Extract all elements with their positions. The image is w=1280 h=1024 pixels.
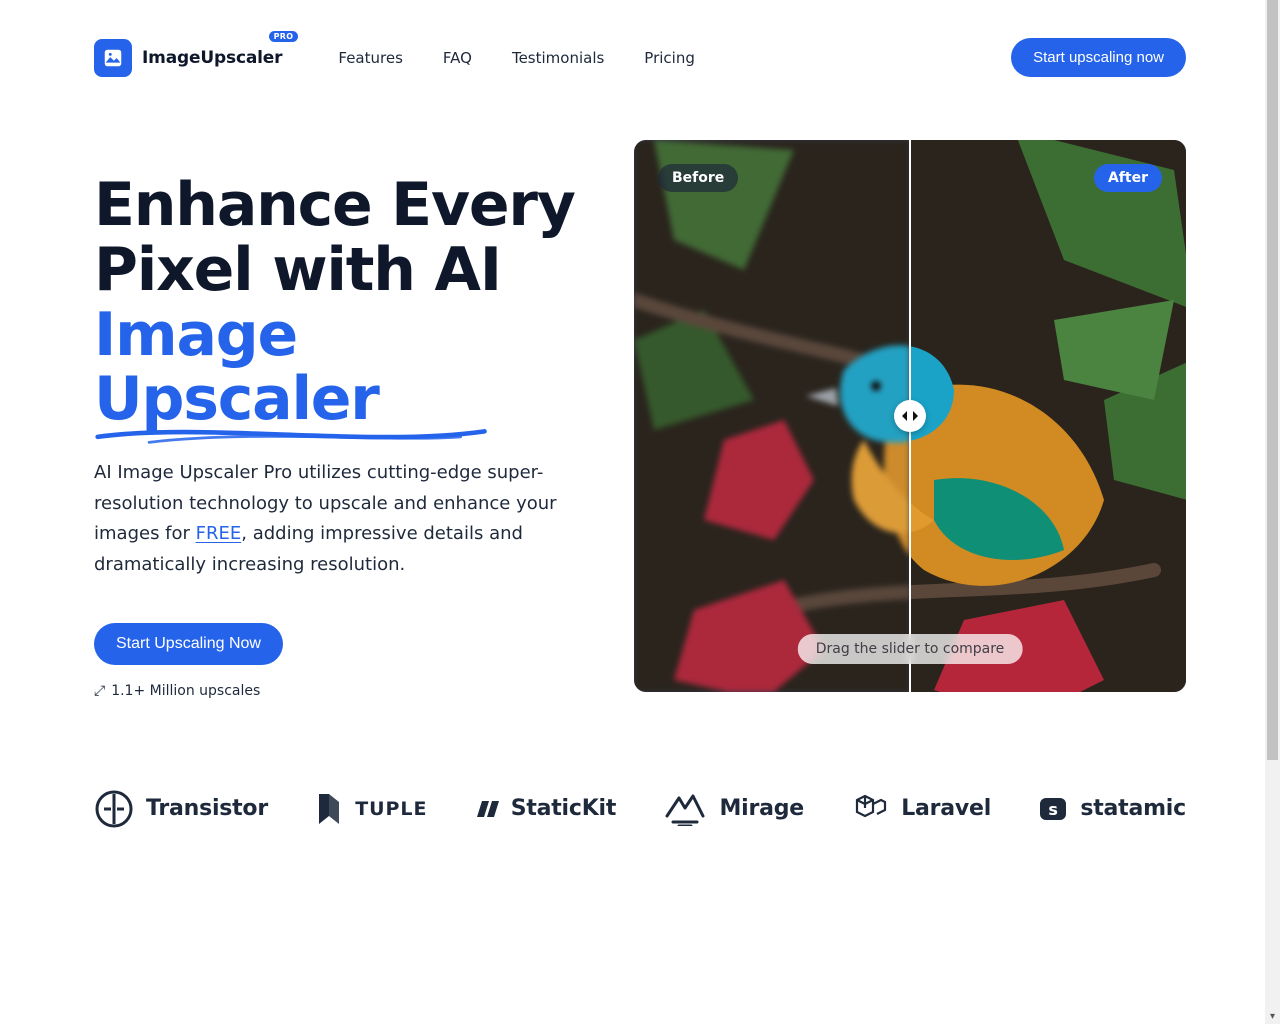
before-pane bbox=[634, 140, 910, 692]
tuple-icon bbox=[315, 792, 343, 826]
brand-name: ImageUpscaler bbox=[142, 48, 282, 68]
logo-statamic-text: statamic bbox=[1080, 796, 1186, 821]
window-scrollbar[interactable]: ▾ bbox=[1265, 0, 1280, 1024]
nav-faq[interactable]: FAQ bbox=[443, 49, 472, 67]
logo-statickit: StaticKit bbox=[475, 796, 616, 821]
laravel-icon bbox=[851, 790, 889, 828]
logo-tuple-text: TUPLE bbox=[355, 798, 427, 820]
mirage-icon bbox=[663, 792, 707, 826]
logo-tuple: TUPLE bbox=[315, 792, 427, 826]
hero: Enhance Every Pixel with AI Image Upscal… bbox=[94, 133, 1186, 699]
after-image bbox=[910, 140, 1186, 692]
brand-mark bbox=[94, 39, 132, 77]
chevron-left-icon bbox=[901, 411, 909, 421]
before-image bbox=[634, 140, 910, 692]
nav-features[interactable]: Features bbox=[338, 49, 403, 67]
compare-handle[interactable] bbox=[894, 400, 926, 432]
before-label: Before bbox=[658, 164, 738, 192]
scroll-down-arrow[interactable]: ▾ bbox=[1265, 1009, 1280, 1024]
scale-icon: ⤢ bbox=[94, 683, 105, 699]
logo-mirage-text: Mirage bbox=[719, 796, 803, 821]
brand-logo[interactable]: ImageUpscaler PRO bbox=[94, 39, 282, 77]
logo-statamic: s statamic bbox=[1038, 794, 1186, 824]
transistor-icon bbox=[94, 789, 134, 829]
compare-box: Before After Drag the slider to compare bbox=[634, 140, 1186, 692]
hero-copy: Enhance Every Pixel with AI Image Upscal… bbox=[94, 133, 586, 699]
usage-stat: ⤢ 1.1+ Million upscales bbox=[94, 683, 586, 699]
svg-text:s: s bbox=[1049, 800, 1058, 819]
logo-statickit-text: StaticKit bbox=[511, 796, 616, 821]
headline-line1: Enhance Every Pixel with AI bbox=[94, 170, 575, 305]
nav-testimonials[interactable]: Testimonials bbox=[512, 49, 604, 67]
cta-top-button[interactable]: Start upscaling now bbox=[1011, 38, 1186, 77]
logo-transistor: Transistor bbox=[94, 789, 268, 829]
free-link[interactable]: FREE bbox=[196, 523, 242, 544]
logo-mirage: Mirage bbox=[663, 792, 803, 826]
primary-nav: Features FAQ Testimonials Pricing bbox=[338, 49, 694, 67]
headline-accent-text: Image Upscaler bbox=[94, 300, 379, 435]
logo-strip: Transistor TUPLE StaticKit Mirage Larave bbox=[94, 789, 1186, 829]
statickit-icon bbox=[475, 797, 499, 821]
scrollbar-thumb[interactable] bbox=[1267, 0, 1278, 760]
compare-hint: Drag the slider to compare bbox=[798, 634, 1023, 664]
after-label: After bbox=[1094, 164, 1162, 192]
logo-laravel: Laravel bbox=[851, 790, 991, 828]
chevron-right-icon bbox=[911, 411, 919, 421]
image-icon bbox=[102, 47, 124, 69]
nav-pricing[interactable]: Pricing bbox=[644, 49, 695, 67]
logo-transistor-text: Transistor bbox=[146, 796, 268, 821]
usage-stat-text: 1.1+ Million upscales bbox=[111, 683, 260, 699]
headline: Enhance Every Pixel with AI Image Upscal… bbox=[94, 173, 586, 432]
statamic-icon: s bbox=[1038, 794, 1068, 824]
cta-hero-button[interactable]: Start Upscaling Now bbox=[94, 623, 283, 665]
top-bar: ImageUpscaler PRO Features FAQ Testimoni… bbox=[94, 0, 1186, 77]
pro-badge: PRO bbox=[269, 31, 299, 42]
after-pane bbox=[910, 140, 1186, 692]
logo-laravel-text: Laravel bbox=[901, 796, 991, 821]
subheadline: AI Image Upscaler Pro utilizes cutting-e… bbox=[94, 458, 586, 580]
headline-accent: Image Upscaler bbox=[94, 303, 586, 433]
